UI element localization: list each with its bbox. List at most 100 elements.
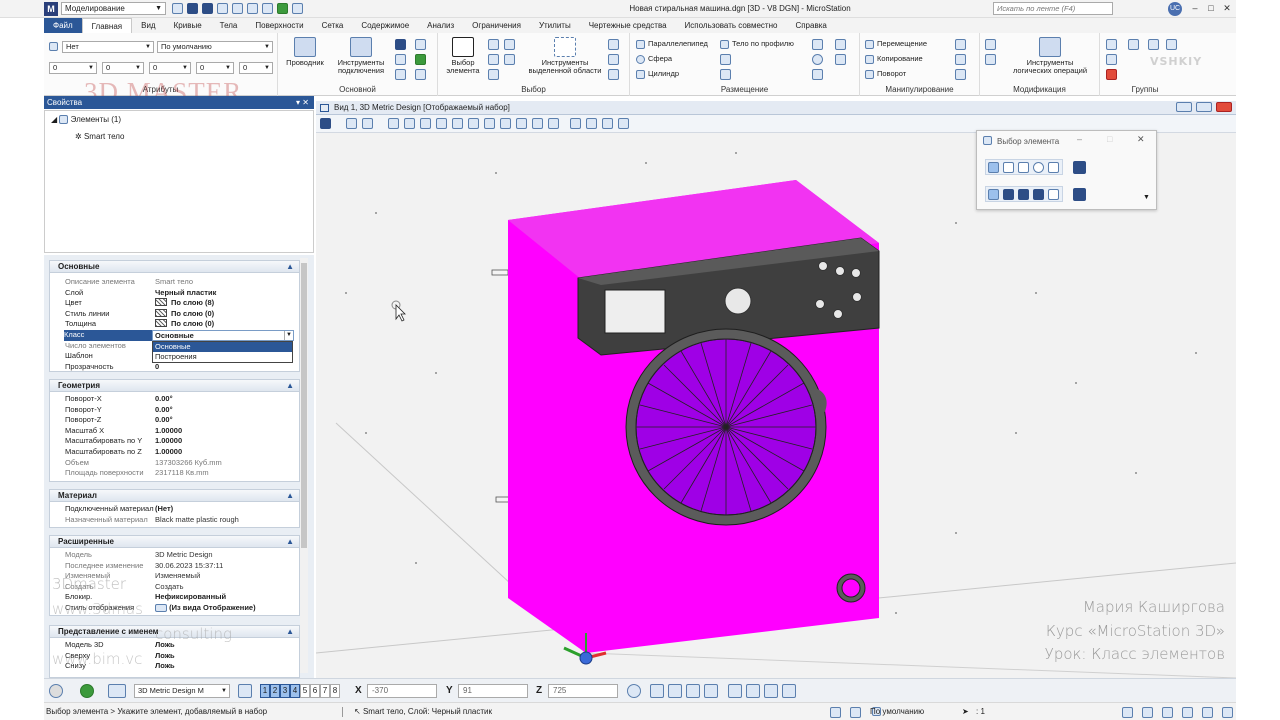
boolean-tools-button[interactable]: Инструменты логических операций (1002, 37, 1098, 75)
back-icon[interactable] (49, 684, 63, 698)
select-by-attributes-icon[interactable] (504, 39, 515, 50)
drop-icon[interactable] (1106, 54, 1117, 65)
tab-curves[interactable]: Кривые (165, 18, 211, 33)
tab-utilities[interactable]: Утилиты (530, 18, 580, 33)
select-element-button[interactable]: Выбор элемента (442, 37, 484, 75)
save-settings-icon[interactable] (202, 3, 213, 14)
chevron-down-icon[interactable]: ▼ (284, 331, 293, 340)
redo-icon[interactable] (262, 3, 273, 14)
tab-help[interactable]: Справка (786, 18, 835, 33)
property-row[interactable]: Толщина По слою (0) (50, 319, 299, 330)
view-button-7[interactable]: 7 (320, 684, 330, 698)
collapse-icon[interactable]: ◢ (51, 115, 57, 124)
rectangle-icon[interactable] (812, 69, 823, 80)
view-left-icon[interactable] (764, 684, 778, 698)
z-coordinate-input[interactable]: 725 (548, 684, 618, 698)
delete-icon[interactable] (1106, 69, 1117, 80)
property-value[interactable]: Ложь (155, 651, 175, 662)
x-coordinate-input[interactable]: -370 (367, 684, 437, 698)
property-value[interactable]: Изменяемый (155, 571, 200, 582)
property-value[interactable]: Нефиксированный (155, 592, 226, 603)
property-value[interactable]: 0.00° (155, 415, 173, 426)
view-front-icon[interactable] (668, 684, 682, 698)
subtract-mode-icon[interactable] (1018, 189, 1029, 200)
view-button-8[interactable]: 8 (330, 684, 340, 698)
notification-icon[interactable] (1222, 707, 1233, 718)
forward-icon[interactable] (80, 684, 94, 698)
class-select[interactable]: Основные ▼ (152, 330, 294, 341)
property-value[interactable]: (Нет) (155, 504, 173, 515)
close-icon[interactable]: ✕ (1220, 2, 1234, 15)
section-header[interactable]: Основные ▲ (49, 260, 300, 273)
tab-mesh[interactable]: Сетка (313, 18, 353, 33)
block-select-icon[interactable] (1003, 162, 1014, 173)
tab-content[interactable]: Содержимое (352, 18, 418, 33)
collapse-up-icon[interactable]: ▲ (286, 490, 294, 501)
view-top-icon[interactable] (650, 684, 664, 698)
zoom-in-icon[interactable] (404, 118, 415, 129)
property-value[interactable]: 1.00000 (155, 447, 182, 458)
element-template-select[interactable]: По умолчанию ▼ (157, 41, 273, 53)
modify-icon[interactable] (985, 39, 996, 50)
transparency-select[interactable]: 0 ▼ (196, 62, 234, 74)
view-button-2[interactable]: 2 (270, 684, 280, 698)
property-value[interactable]: Создать (155, 582, 184, 593)
display-style-icon[interactable] (346, 118, 357, 129)
collapse-up-icon[interactable]: ▲ (286, 380, 294, 391)
lights-icon[interactable] (362, 118, 373, 129)
fence-icon[interactable] (488, 54, 499, 65)
property-row[interactable]: Поворот-Z 0.00° (50, 415, 299, 426)
line-icon[interactable] (720, 69, 731, 80)
fit-view-icon[interactable] (452, 118, 463, 129)
rotate-button[interactable]: Поворот (865, 69, 906, 79)
level-manager-icon[interactable] (395, 69, 406, 80)
text-icon[interactable] (835, 39, 846, 50)
pan-icon[interactable] (484, 118, 495, 129)
array-icon[interactable] (955, 69, 966, 80)
minimize-icon[interactable]: – (1188, 2, 1202, 15)
print-icon[interactable] (217, 3, 228, 14)
property-value[interactable]: 0 (155, 362, 159, 373)
property-value[interactable]: Ложь (155, 661, 175, 672)
tab-home[interactable]: Главная (81, 18, 133, 33)
class-option-construction[interactable]: Построения (153, 352, 292, 362)
view-attributes-icon[interactable] (320, 118, 331, 129)
property-row[interactable]: Слой Черный пластик (50, 288, 299, 299)
lock-icon[interactable] (1128, 39, 1139, 50)
property-value-color[interactable]: По слою (8) (155, 298, 214, 309)
tab-file[interactable]: Файл (44, 18, 82, 33)
individual-select-icon[interactable] (988, 162, 999, 173)
tree-item-smart-solid[interactable]: ✲ Smart тело (75, 132, 124, 141)
globe-icon[interactable] (627, 684, 641, 698)
ribbon-search-input[interactable]: Искать по ленте (F4) (993, 2, 1113, 15)
property-row[interactable]: Масштабировать по Z 1.00000 (50, 447, 299, 458)
new-file-icon[interactable] (172, 3, 183, 14)
property-row[interactable]: Прозрачность 0 (50, 362, 299, 373)
named-group-icon[interactable] (1166, 39, 1177, 50)
printer-icon[interactable] (1142, 707, 1153, 718)
property-value-linestyle[interactable]: По слою (0) (155, 308, 214, 320)
select-all-elements-icon[interactable] (1073, 188, 1086, 201)
paste-icon[interactable] (608, 69, 619, 80)
models-icon[interactable] (108, 684, 126, 698)
deselect-all-icon[interactable] (1073, 161, 1086, 174)
wifi-icon[interactable] (1182, 707, 1193, 718)
materials-icon[interactable] (415, 54, 426, 65)
rotate-view-icon[interactable] (468, 118, 479, 129)
property-value[interactable]: 1.00000 (155, 426, 182, 437)
arc-icon[interactable] (812, 39, 823, 50)
level-select[interactable]: Нет ▼ (62, 41, 154, 53)
camera-icon[interactable] (548, 118, 559, 129)
tab-surfaces[interactable]: Поверхности (246, 18, 312, 33)
property-row[interactable]: Поворот-X 0.00° (50, 394, 299, 405)
section-header[interactable]: Расширенные ▲ (49, 535, 300, 548)
scrollbar-thumb[interactable] (301, 263, 307, 548)
group-icon[interactable] (1106, 39, 1117, 50)
tab-constraints[interactable]: Ограничения (463, 18, 530, 33)
property-value[interactable]: 1.00000 (155, 436, 182, 447)
property-value-weight[interactable]: По слою (0) (155, 319, 214, 330)
lock-status-icon[interactable] (850, 707, 861, 718)
clip-mask-icon[interactable] (586, 118, 597, 129)
maximize-icon[interactable]: □ (1204, 2, 1218, 15)
view-viewport[interactable] (316, 133, 1236, 678)
